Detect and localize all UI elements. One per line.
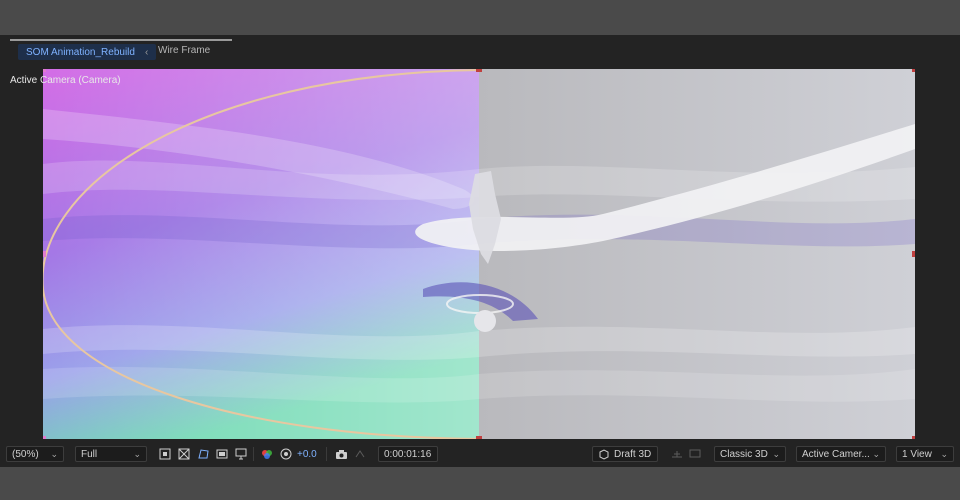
chevron-down-icon: ⌄	[940, 448, 948, 459]
show-snapshot-icon[interactable]	[353, 447, 367, 461]
exposure-value[interactable]: +0.0	[297, 449, 317, 460]
chevron-down-icon: ⌄	[772, 448, 780, 459]
view-layout-dropdown[interactable]: 1 View ⌄	[896, 446, 954, 462]
layer-handle-top-right[interactable]	[912, 69, 915, 72]
3d-view-value: Active Camer...	[802, 448, 870, 460]
tab-som-animation-rebuild[interactable]: SOM Animation_Rebuild ‹	[18, 44, 157, 60]
current-time-display[interactable]: 0:00:01:16	[378, 446, 438, 462]
tab-label: SOM Animation_Rebuild	[26, 46, 135, 58]
composition-viewer[interactable]	[43, 69, 915, 439]
mask-path-icon[interactable]	[196, 447, 210, 461]
composition-panel: SOM Animation_Rebuild ‹ Wire Frame Activ…	[0, 35, 960, 467]
draft-3d-toggle[interactable]: Draft 3D	[592, 446, 658, 462]
tab-wire-frame[interactable]: Wire Frame	[158, 45, 210, 56]
renderer-value: Classic 3D	[720, 448, 768, 460]
chevron-left-icon[interactable]: ‹	[145, 47, 148, 58]
layer-handle-bottom-center[interactable]	[476, 436, 482, 439]
chevron-down-icon: ⌄	[50, 448, 58, 459]
zoom-dropdown[interactable]: (50%) ⌄	[6, 446, 64, 462]
active-camera-label: Active Camera (Camera)	[10, 75, 121, 86]
draft-3d-icon	[599, 449, 609, 460]
toolbar-divider	[326, 447, 327, 461]
exposure-reset-icon[interactable]	[279, 447, 293, 461]
draft-3d-label: Draft 3D	[614, 448, 652, 460]
grid-options-icon[interactable]	[234, 447, 248, 461]
layer-handle-bottom-right[interactable]	[912, 436, 915, 439]
extended-viewer-icon[interactable]	[688, 447, 702, 461]
zoom-value: (50%)	[12, 448, 39, 460]
3d-ground-plane-icon[interactable]	[670, 447, 684, 461]
view-layout-value: 1 View	[902, 448, 932, 460]
region-of-interest-icon[interactable]	[158, 447, 172, 461]
toolbar-divider	[253, 447, 254, 461]
tab-bar: SOM Animation_Rebuild ‹ Wire Frame	[0, 35, 960, 65]
renderer-dropdown[interactable]: Classic 3D ⌄	[714, 446, 786, 462]
camera-snapshot-icon[interactable]	[334, 447, 348, 461]
viewer-render	[43, 69, 915, 439]
guides-icon[interactable]	[215, 447, 229, 461]
tab-underline	[10, 39, 232, 41]
3d-view-dropdown[interactable]: Active Camer... ⌄	[796, 446, 886, 462]
layer-handle-top-center[interactable]	[476, 69, 482, 72]
chevron-down-icon: ⌄	[133, 448, 141, 459]
layer-handle-mid-right[interactable]	[912, 251, 915, 257]
layer-handle-top-left[interactable]	[43, 69, 46, 72]
transparency-grid-icon[interactable]	[177, 447, 191, 461]
layer-handle-bottom-left[interactable]	[43, 436, 46, 439]
viewer-toolbar: (50%) ⌄ Full ⌄ +0.0 0:00:01:16 Draft 3D …	[0, 443, 960, 465]
resolution-value: Full	[81, 448, 98, 460]
layer-handle-mid-left[interactable]	[43, 251, 46, 257]
color-channels-icon[interactable]	[260, 447, 274, 461]
chevron-down-icon: ⌄	[872, 448, 880, 459]
timecode: 0:00:01:16	[384, 448, 432, 460]
resolution-dropdown[interactable]: Full ⌄	[75, 446, 147, 462]
